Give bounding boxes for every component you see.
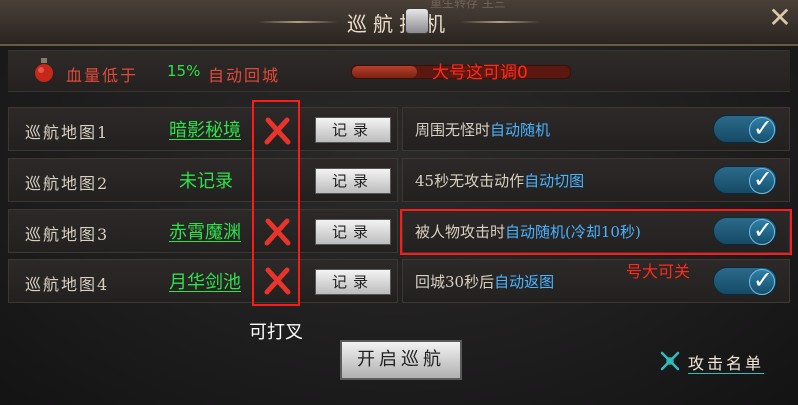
hp-percent: 15% <box>167 62 201 80</box>
map-name: 月华剑池 <box>169 272 241 293</box>
map-row-1: 巡航地图1 暗影秘境 记录 <box>8 107 398 151</box>
title-bar: 重生转存 主三 巡航挂机 ✕ <box>0 0 798 46</box>
check-icon: ✓ <box>752 114 773 142</box>
hp-slider-fill <box>352 66 417 78</box>
map-label: 巡航地图2 <box>25 174 110 193</box>
map-label: 巡航地图4 <box>25 275 110 294</box>
map-row-3: 巡航地图3 赤霄魔渊 记录 <box>8 209 398 253</box>
option-label: 回城30秒后自动返图 <box>415 273 555 291</box>
map-label: 巡航地图1 <box>25 123 110 142</box>
hp-label-prefix: 血量低于 <box>66 66 139 85</box>
map-row-2: 巡航地图2 未记录 记录 <box>8 158 398 202</box>
map-name: 未记录 <box>179 171 233 192</box>
hp-return-setting: 血量低于 15% 自动回城 <box>8 50 790 92</box>
option-row-4: 回城30秒后自动返图 ✓ <box>402 259 790 303</box>
hp-label-suffix: 自动回城 <box>208 66 281 85</box>
attack-list-link[interactable]: 攻击名单 <box>688 350 764 374</box>
map-row-4: 巡航地图4 月华剑池 记录 <box>8 259 398 303</box>
option-label: 45秒无攻击动作自动切图 <box>415 172 585 190</box>
slider-annotation: 大号这可调0 <box>432 63 528 83</box>
record-button-4[interactable]: 记录 <box>315 269 391 295</box>
crossed-swords-icon[interactable] <box>660 351 680 371</box>
option-row-2: 45秒无攻击动作自动切图 ✓ <box>402 158 790 202</box>
toggle-annotation: 号大可关 <box>626 262 691 281</box>
annotation-box-x <box>252 100 300 306</box>
map-name: 赤霄魔渊 <box>169 222 241 243</box>
option-row-1: 周围无怪时自动随机 ✓ <box>402 107 790 151</box>
annotation-box-toggle <box>400 209 792 255</box>
option-toggle-4[interactable]: ✓ <box>713 266 777 295</box>
cruise-panel: 重生转存 主三 巡航挂机 ✕ 血量低于 15% 自动回城 大号这可调0 巡航地图… <box>0 0 798 405</box>
map-label: 巡航地图3 <box>25 225 110 244</box>
map-name: 暗影秘境 <box>169 120 241 141</box>
potion-icon <box>35 58 53 82</box>
start-cruise-button[interactable]: 开启巡航 <box>340 340 462 380</box>
option-toggle-2[interactable]: ✓ <box>713 165 777 194</box>
close-icon[interactable]: ✕ <box>766 4 794 32</box>
record-button-3[interactable]: 记录 <box>315 219 391 245</box>
clear-annotation: 可打叉 <box>249 322 303 343</box>
record-button-1[interactable]: 记录 <box>315 117 391 143</box>
hp-slider-handle[interactable] <box>405 8 429 34</box>
check-icon: ✓ <box>752 165 773 193</box>
record-button-2[interactable]: 记录 <box>315 168 391 194</box>
check-icon: ✓ <box>752 266 773 294</box>
option-toggle-1[interactable]: ✓ <box>713 114 777 143</box>
page-title: 巡航挂机 <box>347 12 451 36</box>
option-label: 周围无怪时自动随机 <box>415 121 551 139</box>
